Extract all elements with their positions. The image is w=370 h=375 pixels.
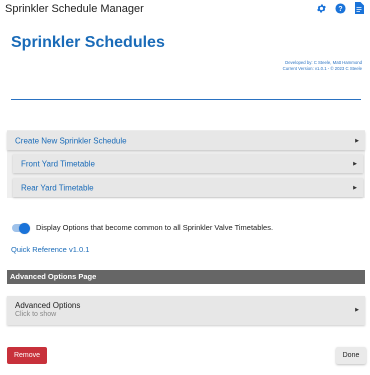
credits: Developed by: C Steele, Matt Hammond Cur… <box>283 60 362 71</box>
svg-text:?: ? <box>338 5 342 12</box>
page-title: Sprinkler Schedules <box>11 34 165 51</box>
timetable-row-front-yard[interactable]: Front Yard Timetable ▶ <box>13 154 363 173</box>
toggle-knob <box>19 222 30 234</box>
common-options-toggle[interactable] <box>12 222 30 234</box>
expand-arrow-icon: ▶ <box>353 160 357 167</box>
advanced-options-row[interactable]: Advanced Options Click to show ▶ <box>7 296 365 325</box>
gear-icon[interactable] <box>316 3 327 14</box>
expand-arrow-icon: ▶ <box>355 307 359 313</box>
document-icon[interactable] <box>354 2 364 14</box>
common-options-label: Display Options that become common to al… <box>36 223 274 232</box>
credits-version: Current Version: v1.0.1 - © 2023 C Steel… <box>282 65 362 71</box>
quick-reference-link[interactable]: Quick Reference v1.0.1 <box>11 245 89 254</box>
expand-arrow-icon: ▶ <box>355 137 359 144</box>
expand-arrow-icon: ▶ <box>353 184 357 191</box>
credits-authors: Developed by: C Steele, Matt Hammond <box>285 60 362 65</box>
timetable-row-rear-yard[interactable]: Rear Yard Timetable ▶ <box>13 178 363 197</box>
advanced-options-title: Advanced Options <box>15 301 81 310</box>
timetable-label: Front Yard Timetable <box>21 159 95 168</box>
timetable-label: Rear Yard Timetable <box>21 183 94 192</box>
create-schedule-label: Create New Sprinkler Schedule <box>15 136 127 145</box>
advanced-section-header: Advanced Options Page <box>7 270 365 284</box>
help-icon[interactable]: ? <box>335 2 346 14</box>
app-title: Sprinkler Schedule Manager <box>5 3 144 15</box>
top-icon-bar: ? <box>316 2 364 14</box>
advanced-options-hint: Click to show <box>15 311 57 318</box>
done-button[interactable]: Done <box>336 347 366 364</box>
create-schedule-row[interactable]: Create New Sprinkler Schedule ▶ <box>7 131 365 150</box>
advanced-section-title: Advanced Options Page <box>10 272 97 281</box>
header-divider <box>11 99 361 100</box>
remove-button[interactable]: Remove <box>7 347 47 364</box>
